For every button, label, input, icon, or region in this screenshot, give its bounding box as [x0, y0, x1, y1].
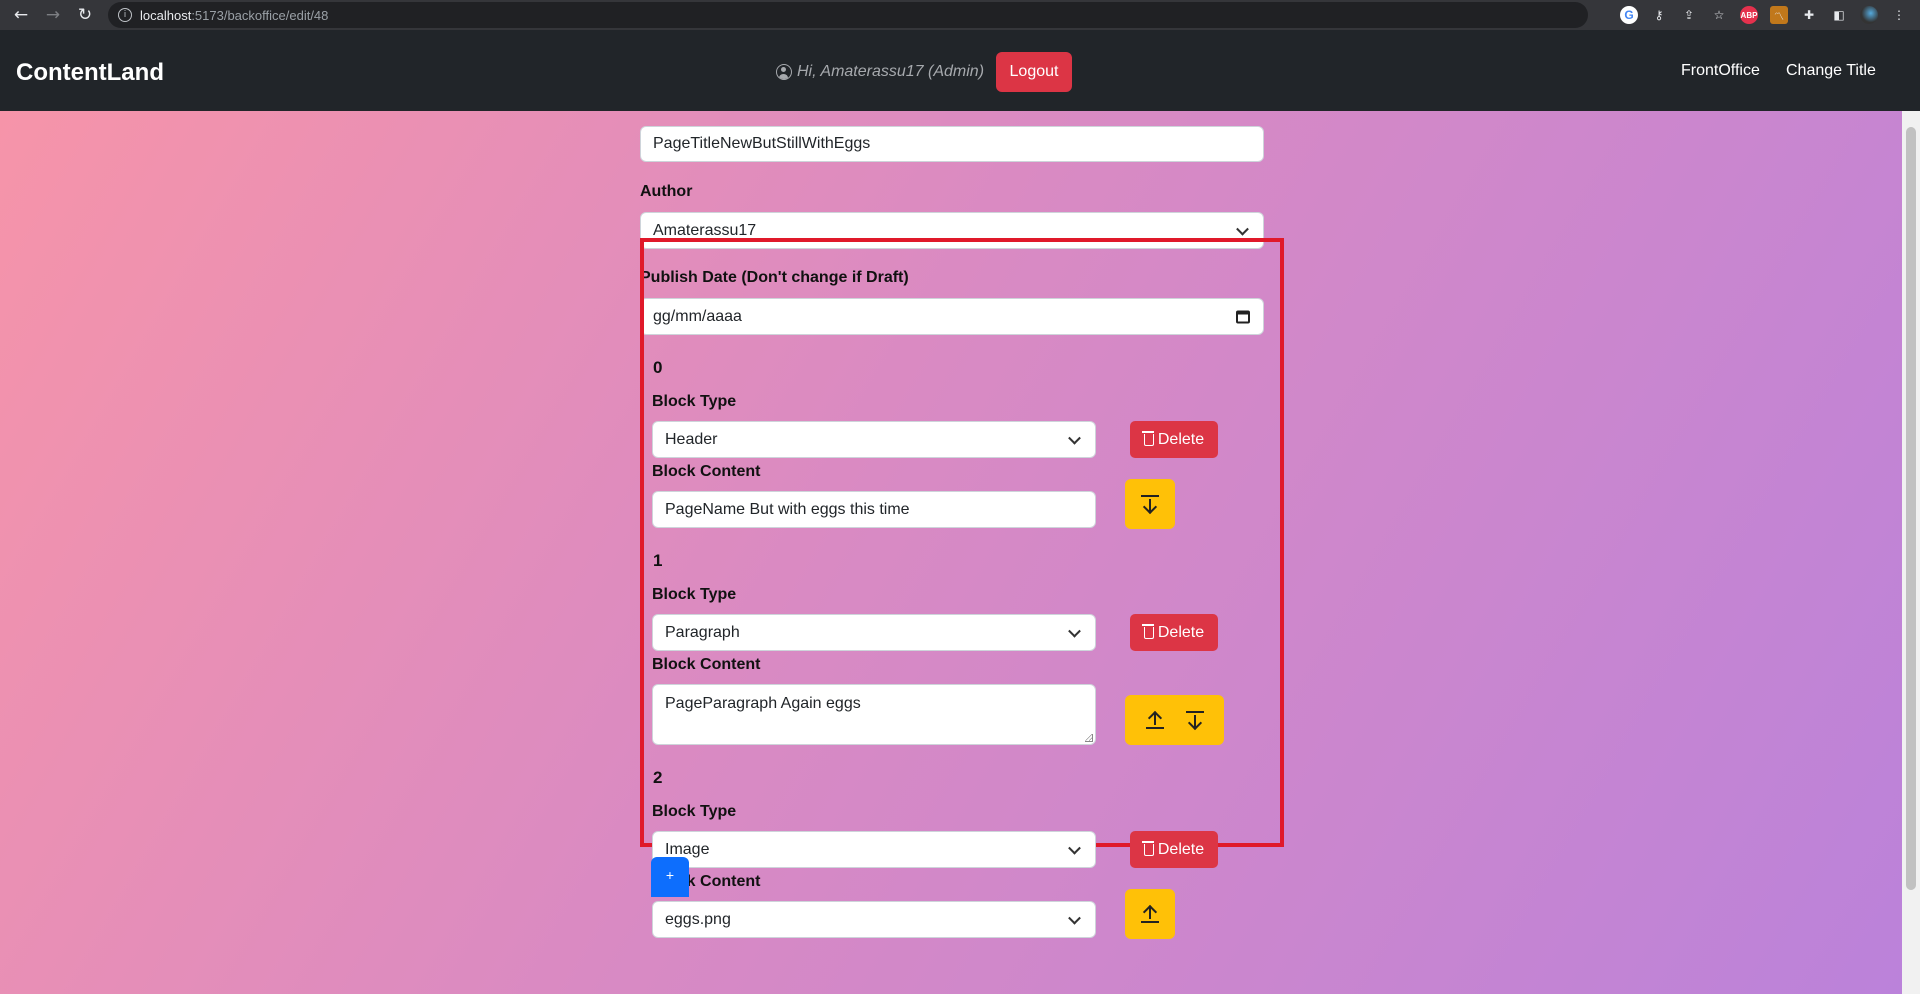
block-type-select[interactable]: Image	[652, 831, 1096, 868]
block-type-label: Block Type	[652, 586, 737, 603]
scroll-thumb[interactable]	[1906, 127, 1916, 890]
trash-icon	[1141, 840, 1154, 856]
block-content-select[interactable]: eggs.png	[652, 901, 1096, 938]
page-scrollbar[interactable]	[1902, 111, 1920, 994]
block-content-label: Block Content	[652, 656, 761, 673]
block-content-input[interactable]: PageName But with eggs this time	[652, 491, 1096, 528]
title-input[interactable]: PageTitleNewButStillWithEggs	[640, 126, 1264, 162]
key-icon[interactable]: ⚷	[1650, 6, 1668, 24]
arrow-up-bar-icon	[1140, 904, 1160, 924]
google-icon[interactable]: G	[1620, 6, 1638, 24]
block-type-label: Block Type	[652, 803, 737, 820]
block-content-textarea[interactable]: PageParagraph Again eggs	[652, 684, 1096, 745]
reload-icon[interactable]: ↻	[70, 0, 100, 30]
delete-button[interactable]: Delete	[1130, 831, 1218, 868]
url-host: localhost	[140, 7, 192, 23]
puzzle-icon[interactable]: ✚	[1800, 6, 1818, 24]
sidepanel-icon[interactable]: ◧	[1830, 6, 1848, 24]
address-bar[interactable]: i localhost:5173/backoffice/edit/48	[108, 2, 1588, 28]
block-type-select[interactable]: Paragraph	[652, 614, 1096, 651]
delete-button[interactable]: Delete	[1130, 614, 1218, 651]
adblock-icon[interactable]: ABP	[1740, 6, 1758, 24]
delete-label: Delete	[1157, 430, 1205, 448]
move-buttons[interactable]	[1125, 695, 1224, 745]
block-type-select[interactable]: Header	[652, 421, 1096, 458]
delete-label: Delete	[1157, 623, 1205, 641]
arrow-up-bar-icon[interactable]	[1145, 710, 1165, 730]
brand-logo[interactable]: ContentLand	[16, 59, 164, 87]
browser-toolbar: ← → ↻ i localhost:5173/backoffice/edit/4…	[0, 0, 1920, 30]
menu-kebab-icon[interactable]: ⋮	[1890, 6, 1908, 24]
blocks-highlight-frame	[640, 238, 1284, 847]
nav-link-frontoffice[interactable]: FrontOffice	[1681, 62, 1760, 80]
logout-button[interactable]: Logout	[996, 52, 1072, 92]
block-type-label: Block Type	[652, 393, 737, 410]
app-navbar: ContentLand Hi, Amaterassu17 (Admin) Log…	[0, 30, 1920, 111]
trash-icon	[1141, 623, 1154, 639]
move-down-button[interactable]	[1125, 479, 1175, 529]
block-index: 1	[653, 551, 663, 570]
back-icon[interactable]: ←	[6, 0, 36, 30]
extension-icon[interactable]: 〽	[1770, 6, 1788, 24]
block-index: 2	[653, 768, 663, 787]
delete-label: Delete	[1157, 840, 1205, 858]
move-up-button[interactable]	[1125, 889, 1175, 939]
extensions-area: G ⚷ ⇪ ☆ ABP 〽 ✚ ◧ ⋮	[1620, 0, 1908, 30]
block-index: 0	[653, 358, 663, 377]
share-icon[interactable]: ⇪	[1680, 6, 1698, 24]
bookmark-star-icon[interactable]: ☆	[1710, 6, 1728, 24]
add-block-button[interactable]: +	[651, 857, 689, 897]
trash-icon	[1141, 430, 1154, 446]
nav-link-change-title[interactable]: Change Title	[1786, 62, 1876, 80]
forward-icon[interactable]: →	[38, 0, 68, 30]
site-info-icon[interactable]: i	[118, 8, 132, 22]
resize-grip-icon[interactable]	[1085, 734, 1093, 742]
arrow-down-bar-icon[interactable]	[1185, 710, 1205, 731]
user-greeting: Hi, Amaterassu17 (Admin)	[776, 63, 984, 81]
greeting-text: Hi, Amaterassu17 (Admin)	[797, 63, 985, 80]
author-label: Author	[640, 183, 693, 200]
block-content-text: PageParagraph Again eggs	[665, 695, 861, 712]
delete-button[interactable]: Delete	[1130, 421, 1218, 458]
url-path: :5173/backoffice/edit/48	[191, 7, 329, 23]
block-content-label: Block Content	[652, 463, 761, 480]
user-circle-icon	[776, 64, 792, 80]
profile-avatar-icon[interactable]	[1860, 6, 1878, 24]
arrow-down-bar-icon	[1140, 494, 1160, 515]
